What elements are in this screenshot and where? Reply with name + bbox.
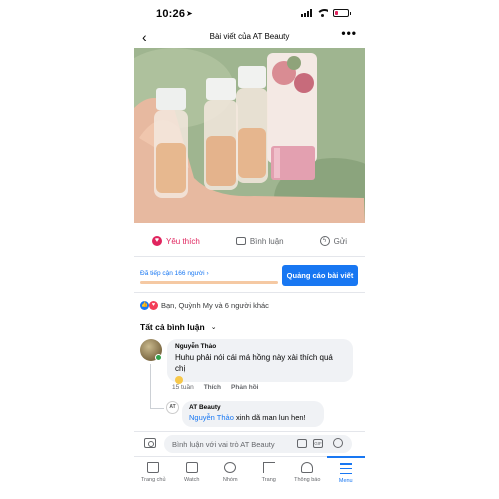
gif-icon[interactable]: GIF bbox=[313, 439, 323, 448]
product-photo-illustration bbox=[134, 48, 365, 223]
sticker-icon[interactable] bbox=[297, 439, 307, 448]
camera-icon[interactable] bbox=[144, 438, 156, 448]
divider bbox=[134, 292, 365, 293]
avatar[interactable]: AT bbox=[166, 401, 179, 414]
thread-line bbox=[150, 364, 151, 408]
comment-input[interactable] bbox=[164, 435, 352, 453]
smile-emoji-icon bbox=[175, 375, 183, 384]
app-frame: 10:26 ➤ ‹ Bài viết của AT Beauty ••• ♥ Y… bbox=[134, 0, 365, 499]
divider bbox=[134, 256, 365, 257]
watch-icon bbox=[185, 462, 198, 473]
nav-watch[interactable]: Watch bbox=[173, 457, 211, 499]
nav-label: Menu bbox=[338, 478, 353, 484]
comments-filter[interactable]: Tất cả bình luận ⌄ bbox=[140, 322, 217, 332]
like-button[interactable]: ♥ Yêu thích bbox=[152, 236, 200, 246]
reply-bubble[interactable]: AT Beauty Nguyễn Thảo xinh dã man lun he… bbox=[182, 401, 324, 427]
reach-link[interactable]: Đã tiếp cận 166 người › bbox=[140, 270, 209, 277]
reach-progress bbox=[140, 281, 278, 284]
love-reaction-icon: ♥ bbox=[149, 301, 158, 310]
reach-text: Đã tiếp cận 166 người bbox=[140, 270, 205, 277]
nav-menu[interactable]: Menu bbox=[326, 456, 365, 499]
flag-icon bbox=[262, 462, 275, 473]
comment-button[interactable]: Bình luận bbox=[235, 236, 284, 246]
nav-pages[interactable]: Trang bbox=[250, 457, 288, 499]
comment-bubble[interactable]: Nguyễn Thảo Huhu phải nói cái má hồng nà… bbox=[167, 339, 353, 385]
messenger-icon: ϟ bbox=[319, 236, 330, 246]
online-indicator bbox=[155, 354, 162, 361]
comment-icon bbox=[235, 237, 246, 245]
thread-line bbox=[150, 408, 164, 409]
reply-author[interactable]: AT Beauty bbox=[189, 404, 317, 411]
bell-icon bbox=[301, 462, 314, 473]
reactions-text: Bạn, Quỳnh My và 6 người khác bbox=[161, 301, 269, 310]
wifi-icon bbox=[317, 9, 328, 17]
comment-text-body: Huhu phải nói cái má hồng này xài thích … bbox=[175, 353, 333, 373]
comment-reply-link[interactable]: Phản hồi bbox=[231, 384, 258, 391]
status-right bbox=[301, 9, 351, 17]
comment-time: 15 tuần bbox=[172, 384, 194, 391]
emoji-icon[interactable] bbox=[333, 438, 343, 448]
comment-label: Bình luận bbox=[249, 236, 284, 246]
nav-label: Trang chủ bbox=[140, 477, 166, 483]
battery-icon bbox=[333, 9, 351, 17]
like-label: Yêu thích bbox=[166, 236, 200, 246]
page-title: Bài viết của AT Beauty bbox=[209, 32, 290, 41]
nav-label: Trang bbox=[261, 477, 276, 483]
comment-composer: GIF bbox=[134, 431, 365, 455]
bottom-nav: Trang chủ Watch Nhóm Trang Thông báo Men… bbox=[134, 456, 365, 499]
nav-label: Watch bbox=[184, 477, 200, 483]
comment-author[interactable]: Nguyễn Thảo bbox=[175, 343, 345, 350]
nav-groups[interactable]: Nhóm bbox=[211, 457, 249, 499]
chevron-right-icon: › bbox=[206, 270, 209, 277]
groups-icon bbox=[224, 462, 237, 473]
status-time: 10:26 bbox=[156, 8, 186, 20]
comment-text: Huhu phải nói cái má hồng này xài thích … bbox=[175, 352, 345, 385]
like-reaction-icon: 👍 bbox=[140, 301, 149, 310]
post-header: ‹ Bài viết của AT Beauty ••• bbox=[134, 26, 365, 48]
status-bar: 10:26 ➤ bbox=[134, 0, 365, 26]
reactions-summary[interactable]: 👍 ♥ Bạn, Quỳnh My và 6 người khác bbox=[140, 301, 269, 310]
comment-meta: 15 tuần Thích Phản hồi bbox=[172, 384, 258, 391]
menu-icon bbox=[339, 463, 352, 474]
comments-filter-label: Tất cả bình luận bbox=[140, 322, 205, 332]
chevron-down-icon: ⌄ bbox=[210, 324, 217, 331]
heart-icon: ♥ bbox=[152, 236, 162, 246]
comment-like-link[interactable]: Thích bbox=[204, 384, 221, 391]
nav-notifications[interactable]: Thông báo bbox=[288, 457, 326, 499]
nav-label: Nhóm bbox=[222, 477, 238, 483]
signal-icon bbox=[301, 9, 312, 17]
home-icon bbox=[147, 462, 160, 473]
location-icon: ➤ bbox=[186, 9, 193, 18]
mention-link[interactable]: Nguyễn Thảo bbox=[189, 413, 234, 422]
send-label: Gửi bbox=[333, 236, 347, 246]
more-options-icon[interactable]: ••• bbox=[341, 26, 357, 40]
boost-post-button[interactable]: Quảng cáo bài viết bbox=[282, 265, 358, 286]
post-actions: ♥ Yêu thích Bình luận ϟ Gửi bbox=[134, 230, 365, 252]
nav-label: Thông báo bbox=[294, 477, 321, 483]
reply-text-body: xinh dã man lun hen! bbox=[233, 413, 306, 422]
nav-home[interactable]: Trang chủ bbox=[134, 457, 172, 499]
reply-text: Nguyễn Thảo xinh dã man lun hen! bbox=[189, 413, 317, 422]
post-photo[interactable] bbox=[134, 48, 365, 223]
screen: 10:26 ➤ ‹ Bài viết của AT Beauty ••• ♥ Y… bbox=[0, 0, 499, 499]
send-button[interactable]: ϟ Gửi bbox=[319, 236, 347, 246]
